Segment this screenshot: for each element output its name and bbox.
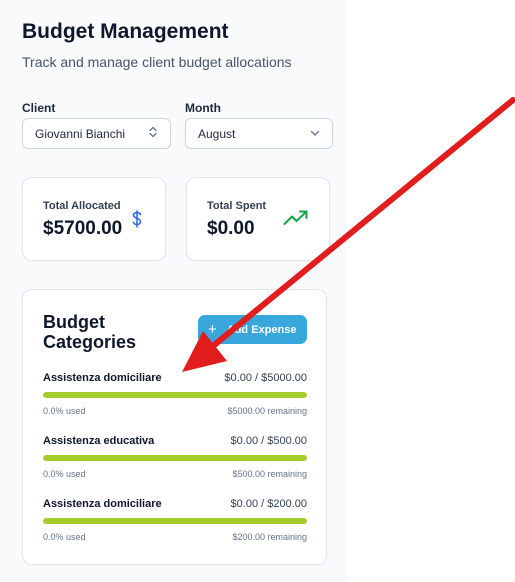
client-select[interactable]: Giovanni Bianchi	[22, 118, 171, 149]
category-remaining: $500.00 remaining	[232, 469, 307, 479]
category-progress-bar	[43, 392, 307, 398]
category-progress-bar	[43, 518, 307, 524]
add-expense-label: Add Expense	[226, 323, 297, 336]
total-allocated-value: $5700.00	[43, 218, 123, 239]
category-used: 0.0% used	[43, 469, 86, 479]
category-progress-fill	[43, 518, 307, 524]
category-amount: $0.00 / $200.00	[230, 498, 307, 510]
trending-up-icon	[283, 210, 309, 231]
plus-icon: +	[208, 321, 217, 338]
budget-categories-card: Budget Categories + Add Expense Assisten…	[22, 289, 327, 565]
category-name: Assistenza domiciliare	[43, 498, 162, 510]
category-row: Assistenza domiciliare $0.00 / $200.00 0.0…	[43, 498, 307, 550]
category-remaining: $5000.00 remaining	[227, 406, 307, 416]
add-expense-button[interactable]: + Add Expense	[198, 315, 307, 344]
category-progress-fill	[43, 392, 307, 398]
client-select-value: Giovanni Bianchi	[35, 126, 126, 141]
category-remaining: $200.00 remaining	[232, 532, 307, 542]
category-amount: $0.00 / $500.00	[230, 435, 307, 447]
category-progress-bar	[43, 455, 307, 461]
chevron-down-icon	[310, 128, 320, 140]
category-name: Assistenza domiciliare	[43, 372, 162, 384]
category-used: 0.0% used	[43, 532, 86, 542]
category-row: Assistenza domiciliare $0.00 / $5000.00 0.…	[43, 372, 307, 424]
total-allocated-card: Total Allocated $5700.00	[22, 177, 166, 261]
total-spent-label: Total Spent	[207, 200, 267, 212]
total-spent-value: $0.00	[207, 218, 255, 239]
total-allocated-label: Total Allocated	[43, 200, 121, 212]
category-amount: $0.00 / $5000.00	[224, 372, 307, 384]
up-down-chevron-icon	[148, 126, 158, 141]
month-label: Month	[185, 101, 221, 115]
total-spent-card: Total Spent $0.00	[186, 177, 330, 261]
dollar-icon	[131, 210, 143, 233]
category-used: 0.0% used	[43, 406, 86, 416]
page-subtitle: Track and manage client budget allocatio…	[22, 54, 292, 70]
category-progress-fill	[43, 455, 307, 461]
budget-categories-title: Budget Categories	[43, 312, 137, 352]
month-select-value: August	[198, 126, 236, 141]
category-row: Assistenza educativa $0.00 / $500.00 0.0% …	[43, 435, 307, 487]
page-title: Budget Management	[22, 20, 229, 43]
client-label: Client	[22, 101, 56, 115]
month-select[interactable]: August	[185, 118, 333, 149]
budget-panel: Budget Management Track and manage clien…	[0, 0, 347, 582]
category-name: Assistenza educativa	[43, 435, 155, 447]
